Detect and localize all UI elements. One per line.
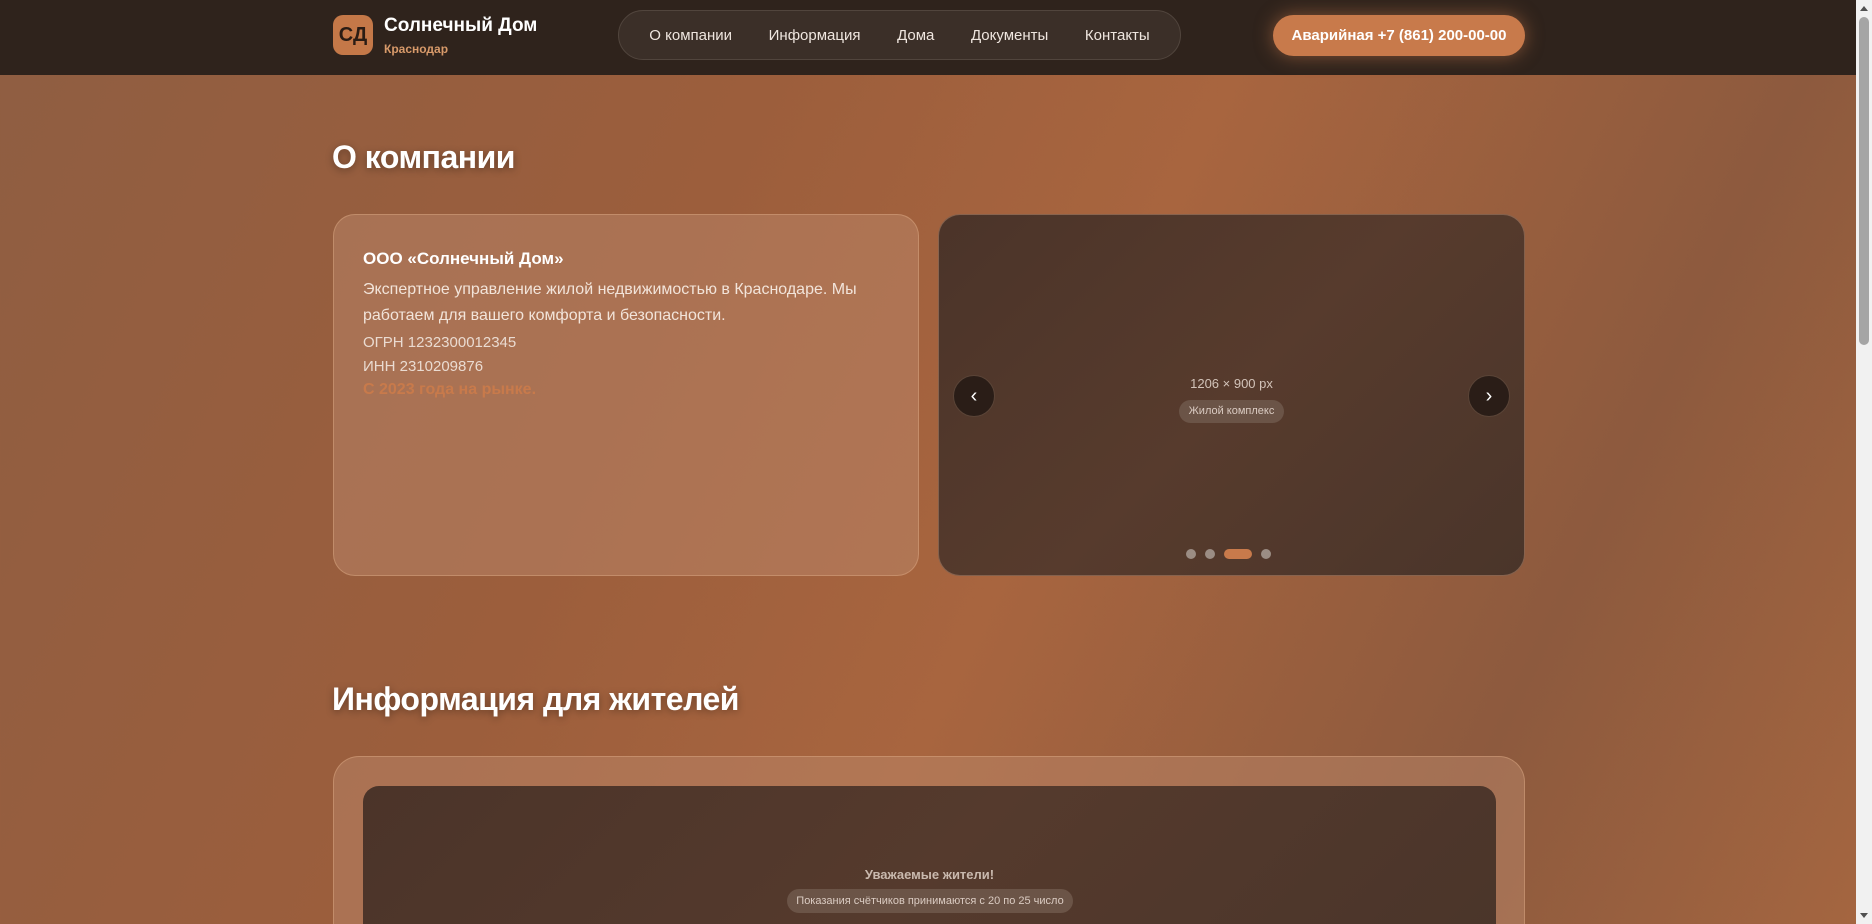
logo-icon[interactable]: СД	[333, 15, 373, 55]
nav-item-info[interactable]: Информация	[769, 27, 861, 44]
slider-next-button[interactable]: ›	[1468, 375, 1510, 417]
nav-item-houses[interactable]: Дома	[897, 27, 934, 44]
about-card: ООО «Солнечный Дом» Экспертное управлени…	[333, 214, 919, 576]
nav-item-documents[interactable]: Документы	[971, 27, 1048, 44]
brand-city: Краснодар	[384, 42, 449, 56]
scroll-down-icon[interactable]	[1860, 913, 1868, 918]
slider-prev-button[interactable]: ‹	[953, 375, 995, 417]
slide-tag: Жилой комплекс	[1179, 400, 1284, 423]
slider-dot-active[interactable]	[1224, 549, 1252, 559]
info-card: Уважаемые жители! Показания счётчиков пр…	[333, 756, 1525, 924]
slider-dot[interactable]	[1205, 549, 1215, 559]
notice-banner: Уважаемые жители! Показания счётчиков пр…	[363, 786, 1496, 924]
notice-title: Уважаемые жители!	[864, 867, 995, 882]
slider-dot[interactable]	[1186, 549, 1196, 559]
scrollbar-thumb[interactable]	[1859, 17, 1869, 345]
nav-item-about[interactable]: О компании	[649, 27, 732, 44]
company-ogrn: ОГРН 1232300012345	[363, 334, 517, 351]
emergency-call-button[interactable]: Аварийная +7 (861) 200-00-00	[1273, 15, 1525, 56]
company-since: С 2023 года на рынке.	[363, 381, 537, 398]
page-scrollbar[interactable]	[1856, 0, 1872, 924]
slider-dots	[1186, 549, 1271, 559]
nav-item-contacts[interactable]: Контакты	[1085, 27, 1150, 44]
slide-size-label: 1206 × 900 px	[1190, 376, 1273, 391]
scroll-up-icon[interactable]	[1860, 6, 1868, 11]
company-inn: ИНН 2310209876	[363, 358, 484, 375]
brand-name[interactable]: Солнечный Дом	[384, 15, 537, 37]
site-header: СД Солнечный Дом Краснодар О компании Ин…	[0, 0, 1856, 75]
notice-text: Показания счётчиков принимаются с 20 по …	[787, 889, 1073, 913]
image-slider: 1206 × 900 px Жилой комплекс ‹ ›	[938, 214, 1525, 576]
info-section-title: Информация для жителей	[332, 681, 739, 717]
slider-dot[interactable]	[1261, 549, 1271, 559]
company-name: ООО «Солнечный Дом»	[363, 249, 564, 268]
main-nav: О компании Информация Дома Документы Кон…	[618, 10, 1181, 60]
about-section-title: О компании	[332, 139, 515, 175]
company-description: Экспертное управление жилой недвижимость…	[363, 281, 857, 324]
